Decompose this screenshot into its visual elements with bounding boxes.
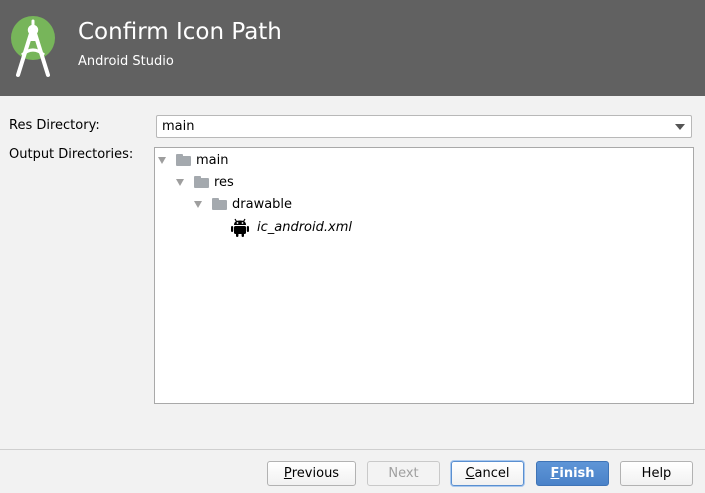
footer-divider [0, 449, 705, 450]
dialog-subtitle: Android Studio [78, 54, 174, 69]
folder-icon [194, 176, 209, 188]
finish-mnemonic: F [550, 466, 560, 481]
tree-node-drawable[interactable]: drawable [194, 195, 292, 213]
help-button[interactable]: Help [620, 461, 693, 486]
folder-icon [212, 198, 227, 210]
cancel-label: ancel [474, 466, 510, 481]
android-studio-logo [11, 16, 55, 77]
previous-label: revious [291, 466, 340, 481]
previous-button[interactable]: Previous [267, 461, 356, 486]
cancel-mnemonic: C [465, 466, 475, 481]
next-button[interactable]: Next [367, 461, 440, 486]
expand-arrow-icon[interactable] [176, 178, 184, 186]
output-directories-label: Output Directories: [9, 147, 134, 162]
tree-node-label: res [214, 174, 234, 190]
tree-node-label: drawable [232, 196, 293, 212]
dialog-header: Confirm Icon Path Android Studio [0, 0, 705, 96]
android-icon [231, 218, 249, 237]
expand-arrow-icon[interactable] [158, 156, 166, 164]
help-label: Help [641, 466, 672, 481]
next-label: Next [388, 466, 419, 481]
res-directory-label: Res Directory: [9, 118, 100, 133]
finish-button[interactable]: Finish [536, 461, 609, 486]
tree-node-label: main [196, 152, 229, 168]
output-directories-tree[interactable]: main res drawable ic_android.xml [154, 147, 694, 404]
expand-arrow-icon[interactable] [194, 200, 202, 208]
tree-node-res[interactable]: res [176, 173, 234, 191]
tree-node-ic-android[interactable]: ic_android.xml [231, 218, 352, 237]
folder-icon [176, 154, 191, 166]
finish-label: inish [559, 466, 595, 481]
tree-node-label: ic_android.xml [257, 219, 352, 235]
chevron-down-icon[interactable] [675, 124, 685, 130]
previous-mnemonic: P [283, 466, 292, 481]
cancel-button[interactable]: Cancel [451, 461, 524, 486]
tree-node-main[interactable]: main [158, 151, 228, 169]
res-directory-value: main [162, 119, 195, 134]
res-directory-combobox[interactable]: main [156, 115, 692, 138]
dialog-title: Confirm Icon Path [78, 19, 282, 45]
